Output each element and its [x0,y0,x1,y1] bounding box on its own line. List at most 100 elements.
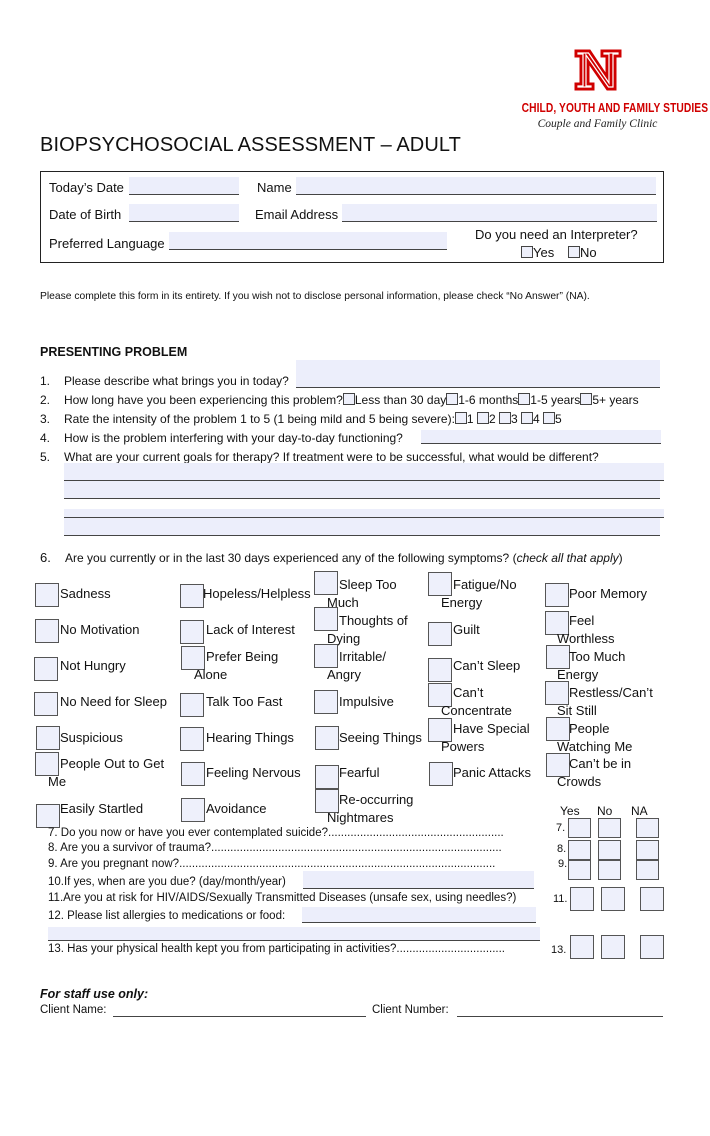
language-label: Preferred Language [49,236,165,251]
symptom-checkbox-easily-startled[interactable] [36,804,60,828]
q11-no-checkbox[interactable] [601,887,625,911]
symptom-checkbox-poor-memory[interactable] [545,583,569,607]
q13-yes-checkbox[interactable] [570,935,594,959]
question-number: 2. [40,393,51,407]
duration-checkbox[interactable] [342,393,355,405]
symptom-checkbox-sadness[interactable] [35,583,59,607]
q5-answer-line-3[interactable] [64,509,664,518]
symptom-checkbox-fatigue-no-energy[interactable] [428,572,452,596]
q9-na-checkbox[interactable] [636,860,659,880]
symptom-checkbox-sleep-too-much[interactable] [314,571,338,595]
q13-no-checkbox[interactable] [601,935,625,959]
client-number-field[interactable] [457,1003,663,1017]
duration-option[interactable]: 1-6 months [446,393,518,407]
due-date-field[interactable] [303,871,534,889]
symptom-checkbox-hearing-things[interactable] [180,727,204,751]
q5-answer-line-1[interactable] [64,463,664,481]
question-number: 5. [40,450,51,464]
q5-answer-line-2[interactable] [64,481,660,499]
symptom-checkbox-avoidance[interactable] [181,798,205,822]
intensity-option[interactable]: 4 [521,412,540,426]
client-info-box: Today’s Date Name Date of Birth Email Ad… [40,171,664,263]
department-name: CHILD, YOUTH AND FAMILY STUDIES [521,101,709,115]
q11-yes-checkbox[interactable] [570,887,594,911]
duration-option[interactable]: Less than 30 day [342,393,446,407]
clinic-logo: CHILD, YOUTH AND FAMILY STUDIES Couple a… [505,48,709,130]
symptom-checkbox-hopeless-helpless[interactable] [180,584,204,608]
name-field[interactable] [296,177,656,195]
intensity-checkbox[interactable] [521,412,533,424]
client-name-field[interactable] [113,1003,366,1017]
todays-date-field[interactable] [129,177,239,195]
q1-answer-field[interactable] [296,360,660,388]
interpreter-yes-option[interactable]: Yes [521,245,554,260]
symptom-label: Feel [569,613,595,628]
q9-yes-checkbox[interactable] [568,860,591,880]
q4-answer-field[interactable] [421,430,661,444]
intensity-option[interactable]: 5 [543,412,562,426]
symptom-checkbox-feeling-nervous[interactable] [181,762,205,786]
symptom-label: Hearing Things [206,730,294,745]
q8-na-checkbox[interactable] [636,840,659,860]
symptom-label: Can’t be in [569,756,632,771]
q13-na-checkbox[interactable] [640,935,664,959]
duration-option[interactable]: 1-5 years [518,393,580,407]
q5-answer-line-4[interactable] [64,518,660,536]
intensity-checkbox[interactable] [543,412,556,424]
symptom-label: Nightmares [327,810,394,825]
symptom-checkbox-fearful[interactable] [315,765,339,789]
intensity-checkbox[interactable] [454,412,467,424]
symptom-checkbox-no-need-for-sleep[interactable] [34,692,58,716]
symptom-checkbox-panic-attacks[interactable] [429,762,453,786]
duration-checkbox[interactable] [446,393,459,405]
symptom-label: Irritable/ [339,649,386,664]
symptom-checkbox-not-hungry[interactable] [34,657,58,681]
university-n-logo-icon [573,48,623,92]
intensity-option[interactable]: 1 [454,412,474,426]
interpreter-yes-checkbox[interactable] [521,246,533,258]
symptom-label: Can’t Sleep [453,658,521,673]
symptom-checkbox-seeing-things[interactable] [315,726,339,750]
allergies-field[interactable] [302,907,536,923]
duration-option[interactable]: 5+ years [580,393,639,407]
intensity-option[interactable]: 3 [498,412,518,426]
symptom-label: Thoughts of [339,613,408,628]
q8-no-checkbox[interactable] [598,840,621,860]
duration-checkbox[interactable] [518,393,531,405]
email-field[interactable] [342,204,657,222]
symptom-checkbox-no-motivation[interactable] [35,619,59,643]
symptom-checkbox-guilt[interactable] [428,622,452,646]
symptom-checkbox-irritable-angry[interactable] [314,644,338,668]
dob-field[interactable] [129,204,239,222]
symptom-checkbox-thoughts-of-dying[interactable] [314,607,338,631]
language-field[interactable] [169,232,447,250]
q11-na-checkbox[interactable] [640,887,664,911]
symptom-checkbox-talk-too-fast[interactable] [180,693,204,717]
question-number: 3. [40,412,51,426]
interpreter-no-option[interactable]: No [568,245,597,260]
symptom-checkbox-suspicious[interactable] [36,726,60,750]
allergies-field-line-2[interactable] [48,927,540,941]
q8-yes-checkbox[interactable] [568,840,591,860]
q7-no-checkbox[interactable] [598,818,621,838]
symptom-label: Re-occurring [339,792,414,807]
symptom-label: Fatigue/No [453,577,517,592]
intensity-checkbox[interactable] [498,412,511,424]
q7-na-checkbox[interactable] [636,818,659,838]
symptom-label: Restless/Can’t [569,685,653,700]
symptom-checkbox-impulsive[interactable] [314,690,338,714]
no-column-header: No [597,804,613,818]
symptom-label: No Need for Sleep [60,694,167,709]
intensity-option[interactable]: 2 [476,412,496,426]
symptom-checkbox-lack-of-interest[interactable] [180,620,204,644]
interpreter-no-checkbox[interactable] [568,246,580,258]
yes-column-header: Yes [560,804,580,818]
q9-no-checkbox[interactable] [598,860,621,880]
question-text: How long have you been experiencing this… [64,393,639,407]
symptom-label: Easily Startled [60,801,144,816]
q7-yes-checkbox[interactable] [568,818,591,838]
symptom-checkbox-cant-sleep[interactable] [428,658,452,682]
duration-checkbox[interactable] [580,393,593,405]
intensity-checkbox[interactable] [476,412,489,424]
interpreter-yes-label: Yes [533,245,555,260]
